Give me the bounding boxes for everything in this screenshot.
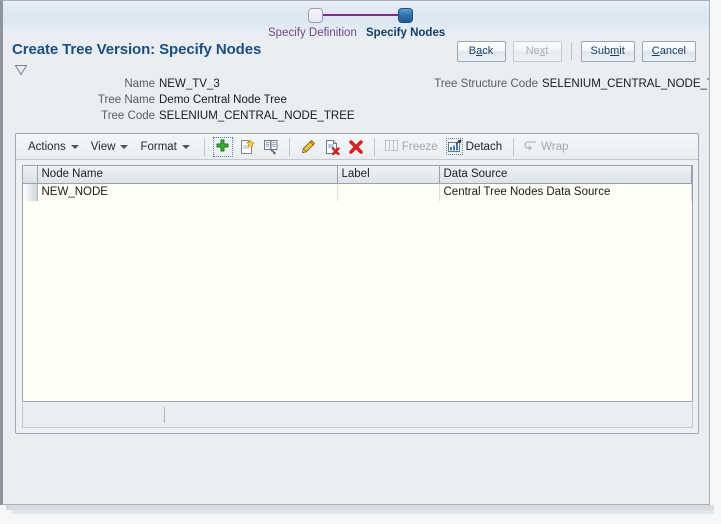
triangle-down-icon[interactable] (14, 64, 28, 76)
cancel-button-mnemonic: C (651, 45, 660, 57)
cell-node-name[interactable]: NEW_NODE (37, 183, 338, 201)
toolbar-separator (513, 137, 515, 156)
page-title: Create Tree Version: Specify Nodes (12, 41, 262, 58)
cancel-button[interactable]: Cancel (641, 41, 696, 62)
actions-menu[interactable]: Actions (24, 139, 84, 155)
field-tree-code-label: Tree Code (101, 110, 155, 122)
next-button-label-post: t (545, 45, 549, 57)
train-band: Specify Definition Specify Nodes (3, 1, 709, 39)
detach-icon (445, 138, 463, 155)
next-button[interactable]: Next (512, 41, 562, 62)
cell-label[interactable] (337, 183, 440, 201)
nodes-table-scroll-area[interactable]: Node Name Label Data Source NEW_NODE Cen… (22, 165, 693, 402)
field-tree-name-label: Tree Name (97, 94, 155, 106)
freeze-button-label: Freeze (401, 140, 438, 153)
back-button-label-pre: B (468, 45, 477, 57)
format-menu[interactable]: Format (136, 139, 194, 155)
table-row[interactable]: NEW_NODE Central Tree Nodes Data Source (23, 183, 692, 201)
wrap-button[interactable]: Wrap (520, 137, 571, 157)
row-select-cell[interactable] (23, 183, 38, 201)
cell-data-source[interactable]: Central Tree Nodes Data Source (439, 183, 692, 201)
field-tree-name: Tree Name Demo Central Node Tree (3, 94, 287, 110)
nodes-table: Node Name Label Data Source NEW_NODE Cen… (23, 166, 692, 201)
toolbar-separator (203, 137, 205, 156)
table-toolbar: Actions View Format Freeze Detach Wrap (16, 134, 698, 160)
view-menu[interactable]: View (87, 139, 134, 155)
field-tree-code-value: SELENIUM_CENTRAL_NODE_TREE (159, 110, 355, 122)
train-node-specify-definition[interactable] (308, 8, 323, 23)
row-select-header (23, 166, 38, 184)
summary-fields: Name NEW_TV_3 Tree Name Demo Central Nod… (3, 77, 709, 125)
column-header-label[interactable]: Label (337, 166, 440, 184)
chevron-down-icon (70, 144, 79, 149)
delete-row-icon[interactable] (322, 137, 342, 157)
table-panel-footer (22, 403, 693, 428)
field-tree-name-value: Demo Central Node Tree (159, 94, 287, 106)
edit-pencil-icon[interactable] (298, 137, 318, 157)
train-node-specify-nodes[interactable] (398, 8, 413, 23)
window-shadow-inner (12, 510, 714, 514)
cancel-button-label-post: ancel (659, 45, 686, 57)
toolbar-separator (373, 137, 375, 156)
field-tree-structure-code: Tree Structure Code SELENIUM_CENTRAL_NOD… (3, 78, 709, 94)
back-button-label-post: ck (482, 45, 494, 57)
table-header-row: Node Name Label Data Source (23, 166, 692, 184)
train-connector-line (317, 14, 398, 16)
header-button-bar: Back Next Submit Cancel (456, 41, 696, 62)
view-menu-label: View (90, 140, 116, 153)
column-header-node-name[interactable]: Node Name (37, 166, 338, 184)
format-menu-label: Format (140, 140, 177, 153)
add-row-icon[interactable] (212, 136, 233, 157)
nodes-table-panel: Actions View Format Freeze Detach Wrap N… (15, 133, 699, 434)
freeze-columns-icon (384, 138, 399, 156)
create-child-node-icon[interactable] (237, 137, 257, 157)
duplicate-node-icon[interactable] (261, 137, 281, 157)
column-header-data-source[interactable]: Data Source (439, 166, 692, 184)
application-window: Specify Definition Specify Nodes Create … (0, 0, 710, 505)
chevron-down-icon (181, 144, 190, 149)
delete-icon[interactable] (346, 137, 366, 157)
submit-button-label-post: it (619, 45, 625, 57)
submit-button-label-pre: Sub (590, 45, 611, 57)
actions-menu-label: Actions (28, 140, 66, 153)
toolbar-separator (288, 137, 290, 156)
field-tree-code: Tree Code SELENIUM_CENTRAL_NODE_TREE (3, 110, 354, 126)
detach-button[interactable]: Detach (443, 137, 505, 156)
wrap-text-icon (523, 138, 538, 156)
next-button-label-pre: Ne (525, 45, 540, 57)
submit-button[interactable]: Submit (580, 41, 635, 62)
wrap-button-label: Wrap (541, 140, 569, 153)
footer-divider (164, 407, 165, 423)
field-tree-structure-code-label: Tree Structure Code (434, 78, 538, 90)
button-separator (570, 43, 572, 60)
field-tree-structure-code-value: SELENIUM_CENTRAL_NODE_TS (542, 78, 710, 90)
detach-button-label: Detach (465, 140, 503, 153)
submit-button-mnemonic: m (610, 45, 620, 57)
chevron-down-icon (120, 144, 129, 149)
freeze-button[interactable]: Freeze (381, 137, 441, 157)
back-button[interactable]: Back (456, 41, 506, 62)
